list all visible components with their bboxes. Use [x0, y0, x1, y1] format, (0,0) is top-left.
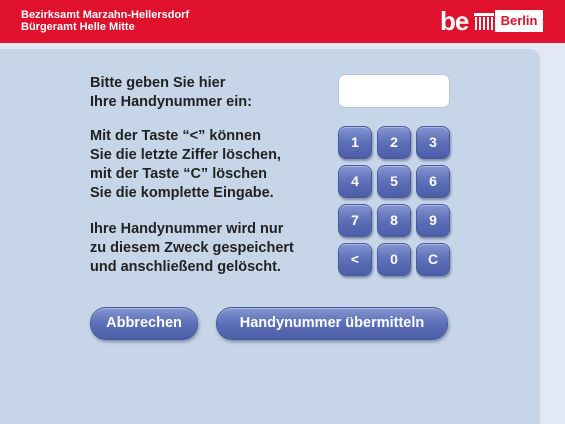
header-bar: Bezirksamt Marzahn-Hellersdorf Bürgeramt… [0, 0, 565, 43]
privacy-line: und anschließend gelöscht. [90, 259, 281, 275]
keys-help-line: mit der Taste “C” löschen [90, 166, 267, 182]
key-backspace[interactable]: < [338, 243, 372, 276]
key-2[interactable]: 2 [377, 126, 411, 159]
phone-number-field[interactable] [338, 74, 450, 108]
key-1[interactable]: 1 [338, 126, 372, 159]
privacy-line: zu diesem Zweck gespeichert [90, 240, 294, 256]
keys-help-line: Sie die komplette Eingabe. [90, 185, 274, 201]
keys-help-line: Sie die letzte Ziffer löschen, [90, 147, 281, 163]
prompt-text: Bitte geben Sie hier Ihre Handynummer ei… [90, 74, 252, 112]
prompt-line: Ihre Handynummer ein: [90, 94, 252, 110]
key-6[interactable]: 6 [416, 165, 450, 198]
submit-phone-button[interactable]: Handynummer übermitteln [216, 307, 448, 340]
keys-help-line: Mit der Taste “<” können [90, 128, 261, 144]
keys-help-text: Mit der Taste “<” können Sie die letzte … [90, 127, 281, 203]
logo-be-text: be [440, 6, 469, 36]
prompt-line: Bitte geben Sie hier [90, 75, 226, 91]
logo-berlin-text: Berlin [495, 10, 543, 32]
office-branch: Bürgeramt Helle Mitte [21, 21, 135, 33]
brandenburg-gate-icon [474, 13, 494, 30]
key-4[interactable]: 4 [338, 165, 372, 198]
key-clear[interactable]: C [416, 243, 450, 276]
berlin-logo: be Berlin [440, 6, 544, 36]
key-9[interactable]: 9 [416, 204, 450, 237]
privacy-text: Ihre Handynummer wird nur zu diesem Zwec… [90, 220, 294, 277]
key-3[interactable]: 3 [416, 126, 450, 159]
key-5[interactable]: 5 [377, 165, 411, 198]
key-7[interactable]: 7 [338, 204, 372, 237]
key-8[interactable]: 8 [377, 204, 411, 237]
privacy-line: Ihre Handynummer wird nur [90, 221, 284, 237]
key-0[interactable]: 0 [377, 243, 411, 276]
cancel-button[interactable]: Abbrechen [90, 307, 198, 340]
